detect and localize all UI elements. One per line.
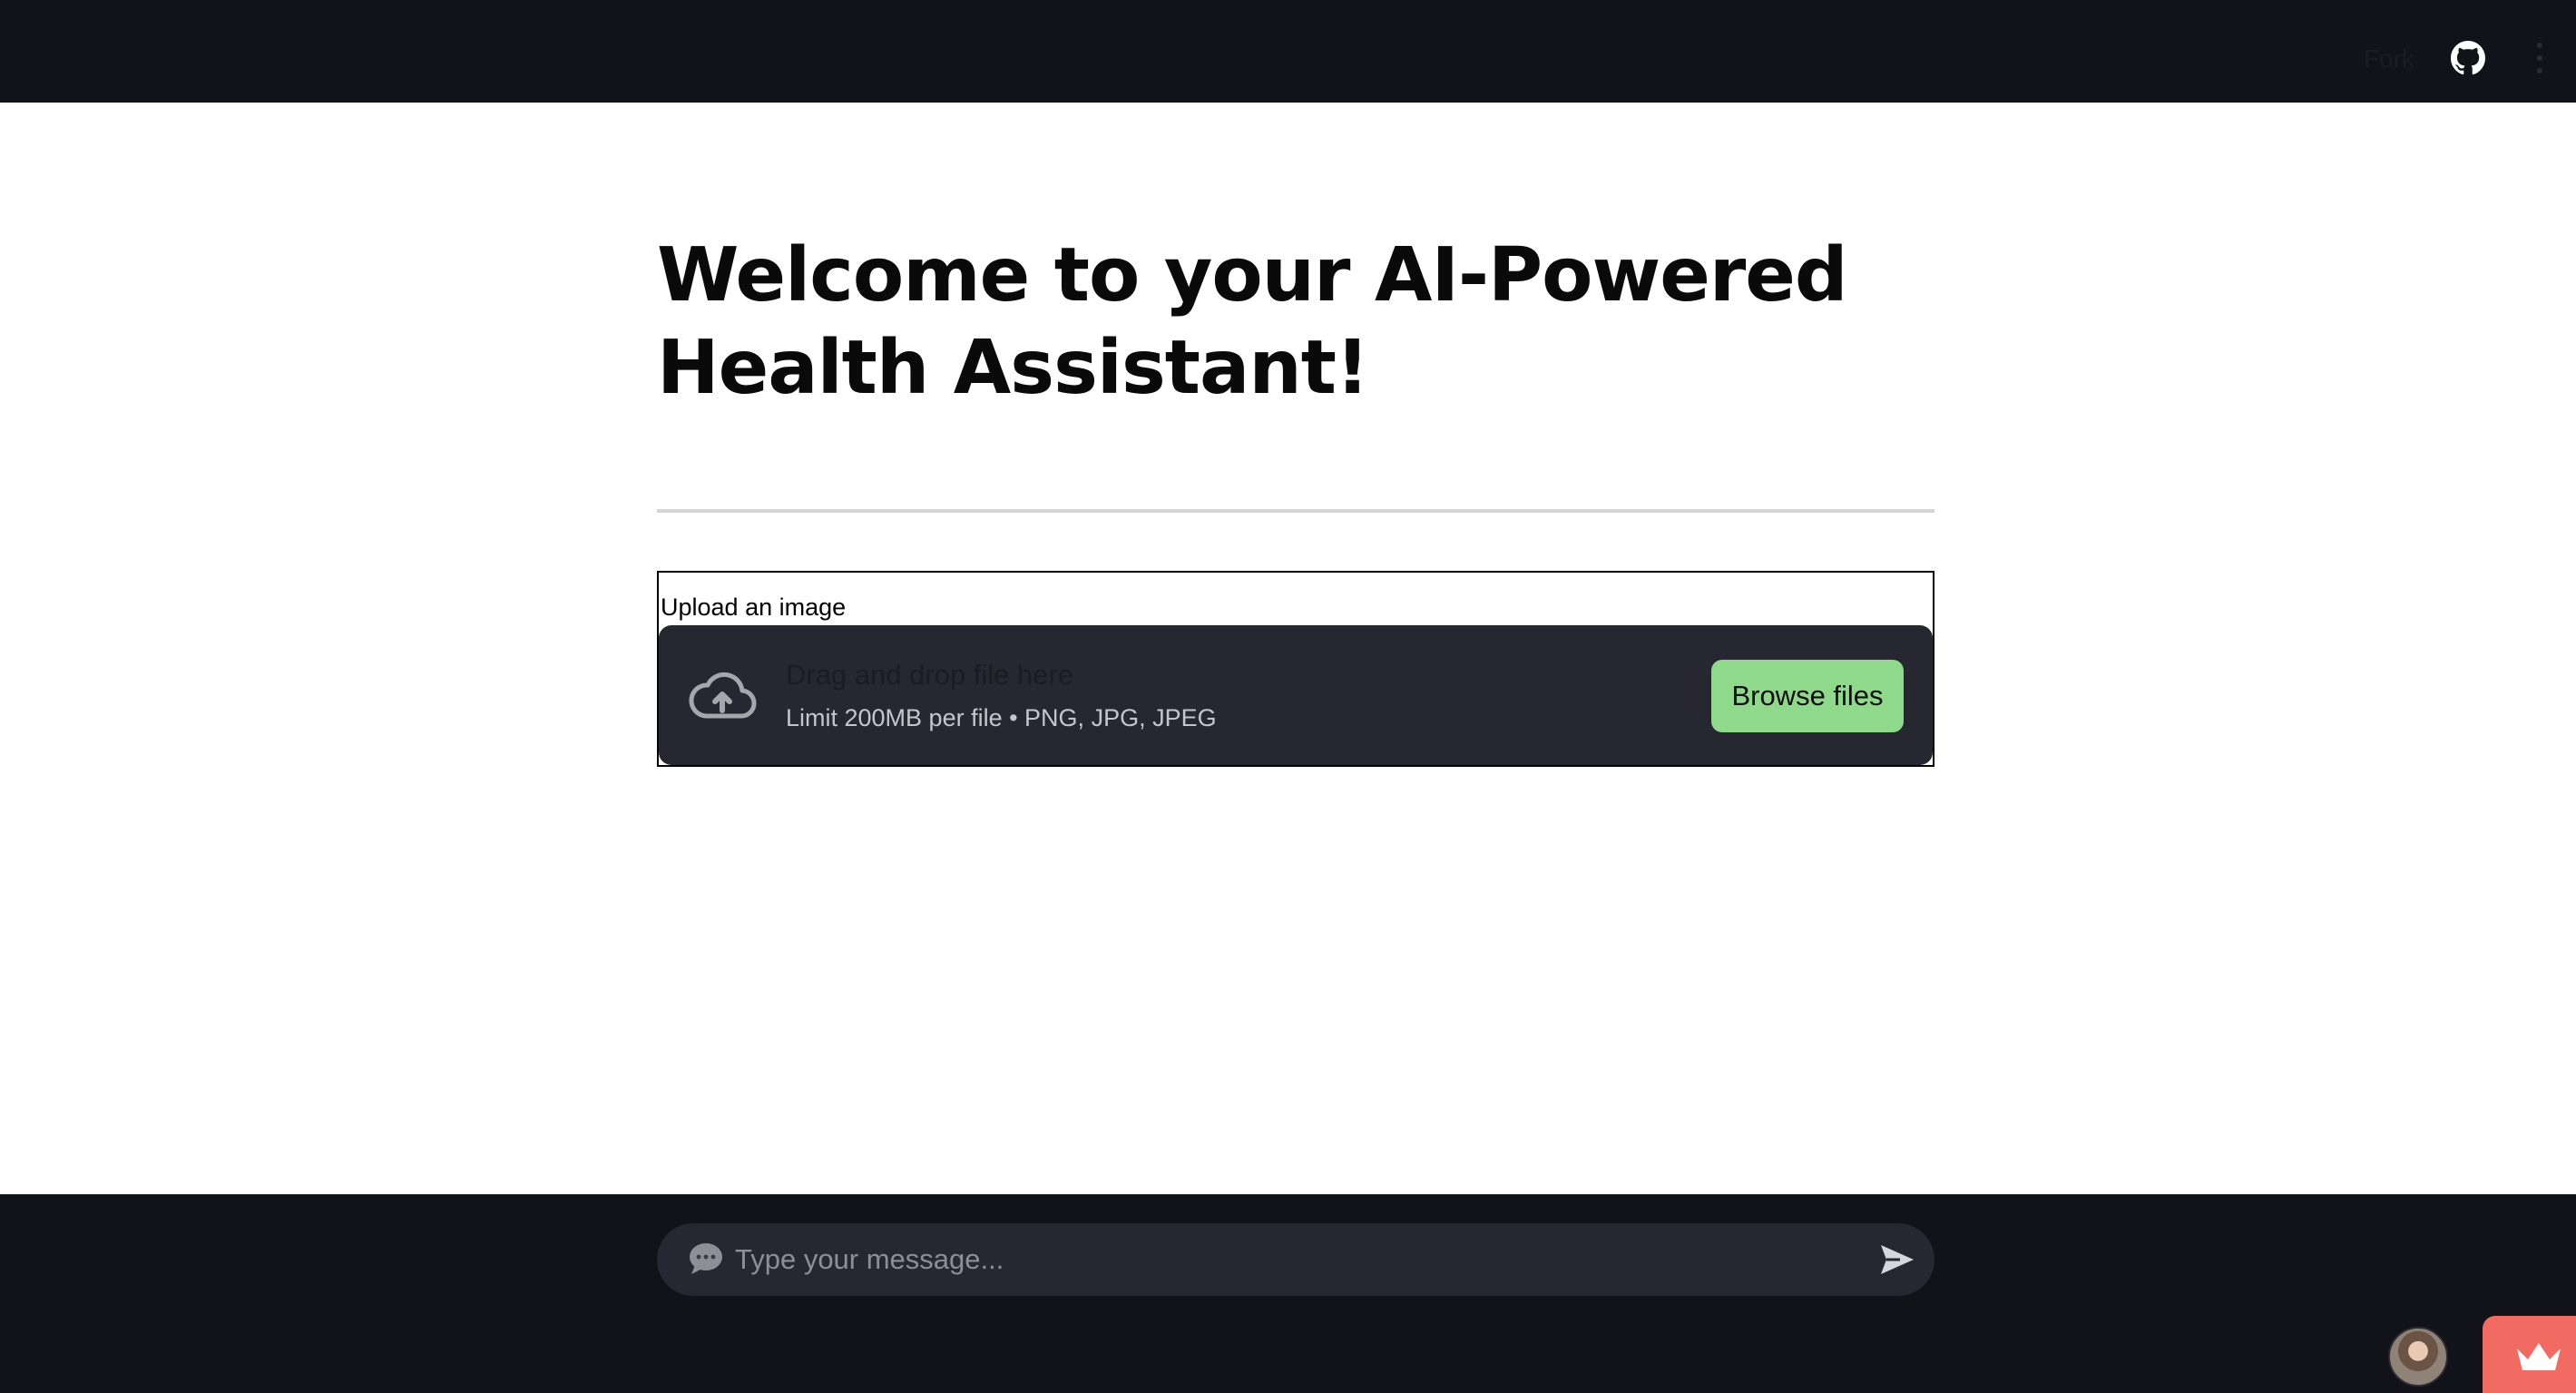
fork-link[interactable]: Fork [2364, 43, 2414, 75]
browse-files-button[interactable]: Browse files [1711, 660, 1904, 732]
divider [657, 509, 1934, 513]
cloud-upload-icon [689, 672, 757, 719]
github-icon[interactable] [2451, 41, 2485, 75]
dropzone-title: Drag and drop file here [786, 659, 1074, 691]
user-avatar[interactable] [2388, 1327, 2448, 1387]
vertical-dots-menu-icon[interactable] [2534, 43, 2545, 74]
dropzone[interactable]: Drag and drop file here Limit 200MB per … [659, 625, 1933, 765]
send-arrow-icon[interactable] [1878, 1241, 1916, 1278]
crown-icon [2517, 1343, 2561, 1370]
file-uploader: Upload an image Drag and drop file here … [657, 571, 1934, 767]
bottom-chat-bar [0, 1194, 2576, 1393]
chat-message-input[interactable] [733, 1236, 1822, 1283]
uploader-label: Upload an image [661, 593, 847, 621]
chat-input-container [657, 1223, 1934, 1296]
speech-bubble-icon [690, 1243, 722, 1274]
streamlit-badge[interactable] [2483, 1316, 2576, 1393]
top-header: Fork [0, 0, 2576, 103]
dropzone-limit: Limit 200MB per file • PNG, JPG, JPEG [786, 704, 1217, 731]
page-title: Welcome to your AI-Powered Health Assist… [657, 232, 1848, 411]
